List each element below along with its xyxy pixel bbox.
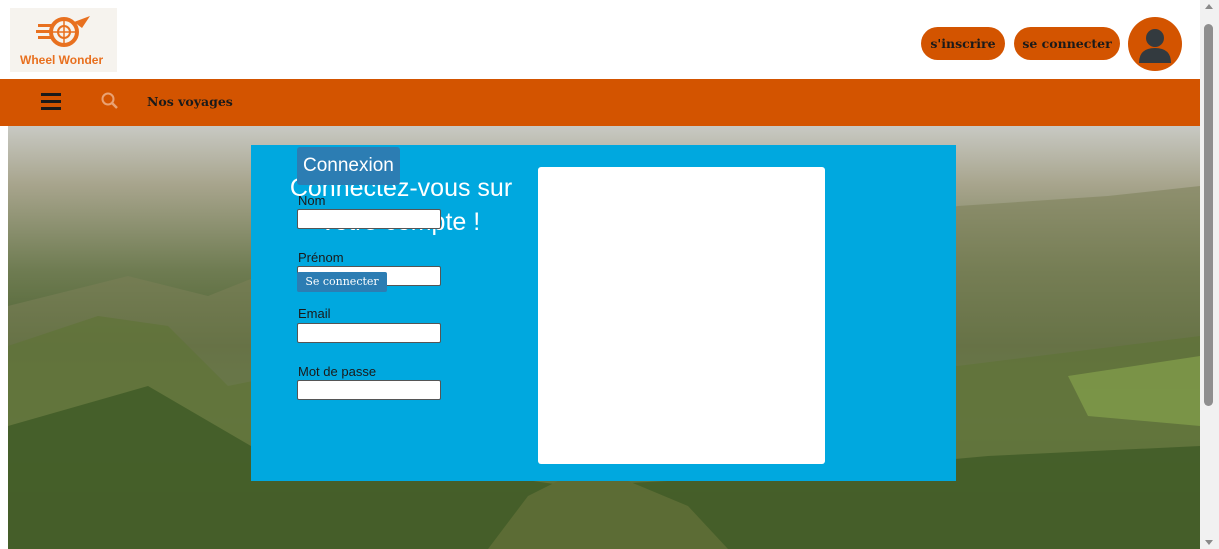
login-panel: Connectez-vous sur votre compte ! xyxy=(251,145,956,481)
label-nom: Nom xyxy=(298,193,326,208)
scroll-up-arrow-icon[interactable] xyxy=(1205,4,1213,9)
nav-link-nos-voyages[interactable]: Nos voyages xyxy=(147,94,233,109)
hamburger-menu-icon[interactable] xyxy=(41,93,63,111)
site-header: Wheel Wonder s'inscrire se connecter xyxy=(0,0,1200,79)
login-button[interactable]: se connecter xyxy=(1014,27,1120,60)
main-nav: Nos voyages xyxy=(0,79,1200,126)
label-email: Email xyxy=(298,306,331,321)
label-prenom: Prénom xyxy=(298,250,344,265)
password-input[interactable] xyxy=(297,380,441,400)
scroll-thumb[interactable] xyxy=(1204,24,1213,406)
submit-login-button[interactable]: Se connecter xyxy=(297,272,387,292)
label-password: Mot de passe xyxy=(298,364,377,379)
scroll-down-arrow-icon[interactable] xyxy=(1205,540,1213,545)
page-scrollbar[interactable] xyxy=(1200,0,1219,549)
user-avatar-icon[interactable] xyxy=(1128,17,1182,71)
form-legend: Connexion xyxy=(297,147,400,185)
nom-input[interactable] xyxy=(297,209,441,229)
search-icon[interactable] xyxy=(100,91,120,111)
email-input[interactable] xyxy=(297,323,441,343)
logo[interactable]: Wheel Wonder xyxy=(10,8,117,72)
wheel-logo-icon xyxy=(36,16,90,47)
login-form xyxy=(538,167,825,464)
signup-button[interactable]: s'inscrire xyxy=(921,27,1005,60)
logo-text: Wheel Wonder xyxy=(20,53,104,67)
